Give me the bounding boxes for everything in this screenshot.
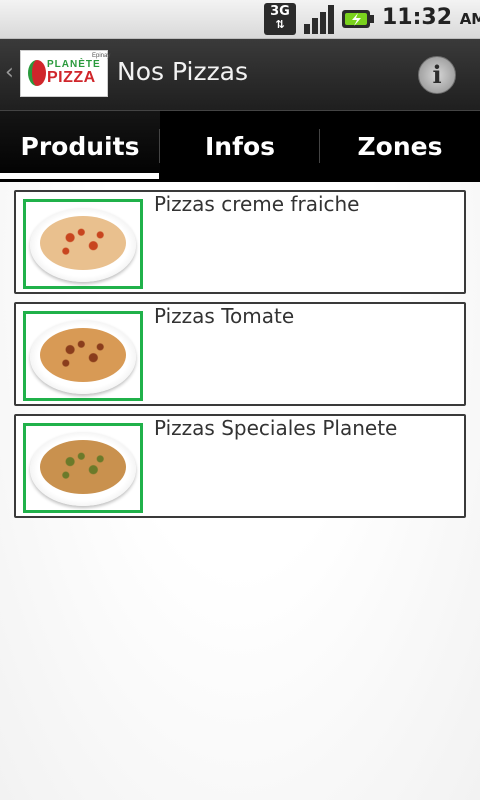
pizza-plate-image [30, 432, 136, 506]
pizza-plate-image [30, 320, 136, 394]
title-bar: ‹ PLANÈTE PIZZA Epinay Nos Pizzas i [0, 39, 480, 110]
pizza-thumbnail [23, 423, 143, 513]
battery-charging-icon [342, 10, 374, 28]
pizza-thumbnail [23, 311, 143, 401]
list-item-creme-fraiche[interactable]: Pizzas creme fraiche [14, 190, 466, 294]
pizza-thumbnail [23, 199, 143, 289]
network-3g-icon: 3G ⇅ [264, 3, 296, 35]
active-tab-indicator [0, 173, 159, 179]
signal-icon [304, 5, 334, 34]
list-item-tomate[interactable]: Pizzas Tomate [14, 302, 466, 406]
list-item-speciales-planete[interactable]: Pizzas Speciales Planete [14, 414, 466, 518]
pepper-logo-icon [28, 60, 46, 86]
pizza-image [40, 216, 126, 270]
back-chevron-icon[interactable]: ‹ [5, 59, 17, 87]
tab-infos[interactable]: Infos [160, 111, 320, 183]
status-bar: 3G ⇅ 11:32 AM [0, 0, 480, 39]
clock: 11:32 AM [382, 5, 480, 30]
list-item-label: Pizzas creme fraiche [154, 192, 360, 216]
list-item-label: Pizzas Speciales Planete [154, 416, 398, 440]
pizza-image [40, 440, 126, 494]
list-item-label: Pizzas Tomate [154, 304, 295, 328]
product-list: Pizzas creme fraiche Pizzas Tomate Pizza… [0, 182, 480, 800]
page-title: Nos Pizzas [117, 57, 249, 86]
info-icon[interactable]: i [418, 56, 456, 94]
pizza-image [40, 328, 126, 382]
app-logo[interactable]: PLANÈTE PIZZA Epinay [20, 50, 110, 97]
pizza-plate-image [30, 208, 136, 282]
tab-zones[interactable]: Zones [320, 111, 480, 183]
